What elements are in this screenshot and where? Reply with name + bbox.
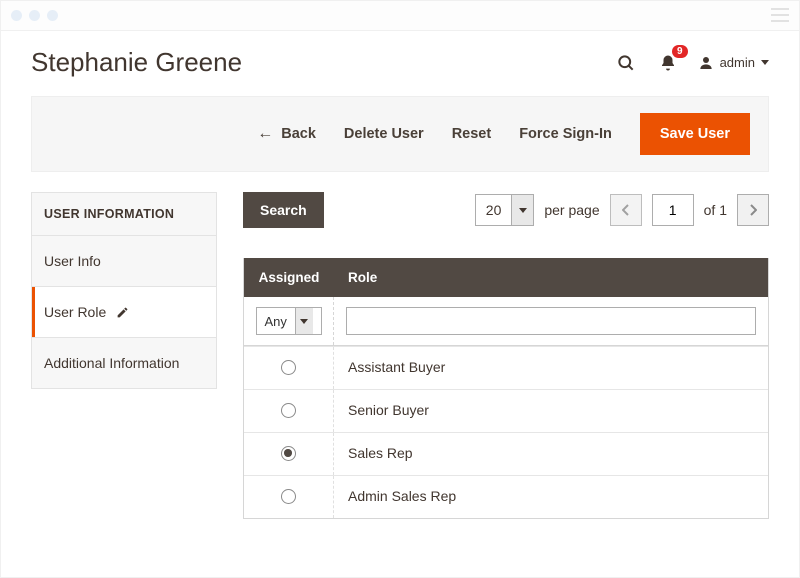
- assigned-radio[interactable]: [281, 489, 296, 504]
- sidebar-item-user-role[interactable]: User Role: [32, 287, 216, 338]
- window-dot: [11, 10, 22, 21]
- page-title: Stephanie Greene: [31, 47, 242, 78]
- col-header-role[interactable]: Role: [334, 258, 768, 297]
- role-filter-input[interactable]: [346, 307, 756, 335]
- force-signin-button[interactable]: Force Sign-In: [519, 126, 612, 142]
- chevron-down-icon: [511, 195, 533, 225]
- role-cell: Sales Rep: [334, 433, 768, 475]
- pager: 20 per page of 1: [475, 194, 769, 226]
- sidebar-heading: USER INFORMATION: [32, 193, 216, 236]
- col-header-assigned[interactable]: Assigned: [244, 258, 334, 297]
- table-row[interactable]: Sales Rep: [244, 432, 768, 475]
- save-user-button[interactable]: Save User: [640, 113, 750, 155]
- page-header: Stephanie Greene 9 admin: [31, 39, 769, 96]
- sidebar-item-additional-info[interactable]: Additional Information: [32, 338, 216, 388]
- assigned-filter-select[interactable]: Any: [256, 307, 322, 335]
- table-row[interactable]: Senior Buyer: [244, 389, 768, 432]
- window-dot: [29, 10, 40, 21]
- role-cell: Senior Buyer: [334, 390, 768, 432]
- search-icon[interactable]: [614, 51, 638, 75]
- window-controls: [11, 10, 58, 21]
- chevron-down-icon: [295, 308, 313, 334]
- roles-grid: Assigned Role Any: [243, 258, 769, 519]
- sidebar-item-user-info[interactable]: User Info: [32, 236, 216, 287]
- role-cell: Assistant Buyer: [334, 347, 768, 389]
- chevron-down-icon: [761, 60, 769, 65]
- page-size-select[interactable]: 20: [475, 194, 535, 226]
- notification-badge: 9: [672, 45, 688, 58]
- back-button[interactable]: ← Back: [257, 125, 316, 143]
- sidebar-item-label: Additional Information: [44, 355, 179, 371]
- next-page-button[interactable]: [737, 194, 769, 226]
- sidebar-item-label: User Role: [44, 304, 106, 320]
- sidebar-item-label: User Info: [44, 253, 101, 269]
- chevron-left-icon: [622, 204, 630, 216]
- page-number-input[interactable]: [652, 194, 694, 226]
- role-cell: Admin Sales Rep: [334, 476, 768, 518]
- window-titlebar: [1, 1, 799, 31]
- back-label: Back: [281, 126, 316, 142]
- header-tools: 9 admin: [614, 51, 769, 75]
- body: USER INFORMATION User Info User Role Add…: [31, 192, 769, 519]
- assigned-filter-value: Any: [257, 308, 295, 334]
- per-page-label: per page: [544, 202, 599, 218]
- search-button[interactable]: Search: [243, 192, 324, 228]
- delete-user-button[interactable]: Delete User: [344, 126, 424, 142]
- grid-toolbar: Search 20 per page of 1: [243, 192, 769, 228]
- assigned-radio[interactable]: [281, 446, 296, 461]
- grid-filter-row: Any: [244, 297, 768, 346]
- assigned-radio[interactable]: [281, 403, 296, 418]
- prev-page-button[interactable]: [610, 194, 642, 226]
- main-panel: Search 20 per page of 1: [243, 192, 769, 519]
- chevron-right-icon: [749, 204, 757, 216]
- sidebar: USER INFORMATION User Info User Role Add…: [31, 192, 217, 519]
- notifications-icon[interactable]: 9: [656, 51, 680, 75]
- arrow-left-icon: ←: [257, 125, 273, 143]
- window-dot: [47, 10, 58, 21]
- admin-label: admin: [720, 55, 755, 70]
- total-pages-label: of 1: [704, 202, 727, 218]
- table-row[interactable]: Assistant Buyer: [244, 346, 768, 389]
- reset-button[interactable]: Reset: [452, 126, 492, 142]
- admin-menu[interactable]: admin: [698, 55, 769, 71]
- action-bar: ← Back Delete User Reset Force Sign-In S…: [31, 96, 769, 172]
- assigned-radio[interactable]: [281, 360, 296, 375]
- user-icon: [698, 55, 714, 71]
- table-row[interactable]: Admin Sales Rep: [244, 475, 768, 518]
- hamburger-icon[interactable]: [771, 8, 789, 22]
- page-size-value: 20: [476, 195, 512, 225]
- grid-header: Assigned Role: [244, 258, 768, 297]
- pencil-icon: [116, 306, 129, 319]
